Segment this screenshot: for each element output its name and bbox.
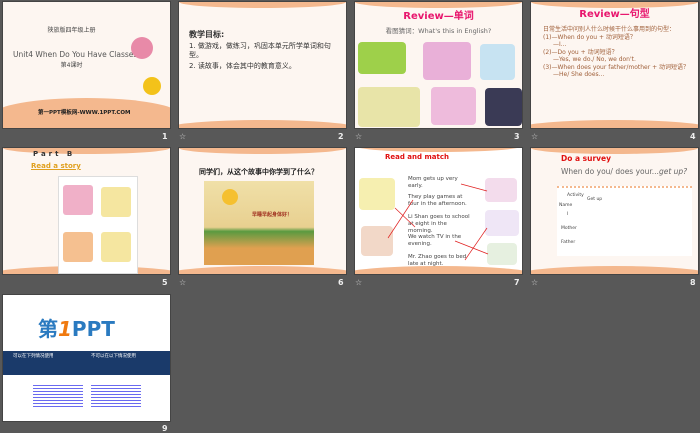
logo: 第1PPT <box>38 313 115 342</box>
usage-banner: 可以在下列情况使用 不可以在以下情况使用 <box>3 351 170 375</box>
logo-part: 第 <box>38 317 58 341</box>
slide-title: 同学们，从这个故事中你学到了什么？ <box>199 168 318 176</box>
animation-star-icon[interactable]: ☆ <box>179 278 186 287</box>
row-label: Father <box>561 240 576 245</box>
ice-cream-image <box>131 37 153 59</box>
heading: 教学目标: <box>189 30 225 39</box>
story-illustration: 早睡早起身体好！ <box>204 181 314 265</box>
slide-thumbnail-3[interactable]: Review—单词 看图猜词：What's this in English? <box>355 2 522 128</box>
line: (3)—When does your father/mother + 动词短语？ <box>543 63 690 71</box>
animation-star-icon[interactable]: ☆ <box>531 278 538 287</box>
slide-title: Read a story <box>31 162 81 170</box>
picture-bed <box>431 87 476 125</box>
animation-star-icon[interactable]: ☆ <box>355 132 362 141</box>
pattern-list: 日常生活中问别人什么时候干什么事用到的句型： (1)—When do you +… <box>543 26 692 79</box>
slide-thumbnail-2[interactable]: 教学目标: 1. 做游戏，做练习，巩固本单元所学单词和句型。 2. 读故事，体会… <box>179 2 346 128</box>
slide-thumbnail-6[interactable]: 同学们，从这个故事中你学到了什么？ 早睡早起身体好！ <box>179 148 346 274</box>
slide-number: 6 <box>338 278 344 287</box>
lesson: 第4课时 <box>60 62 83 69</box>
match-lines <box>387 183 489 261</box>
header-get-up: Get up <box>587 197 603 202</box>
slide-number: 7 <box>514 278 520 287</box>
row-label: I <box>567 212 569 217</box>
line: (1)—When do you + 动词短语？ <box>543 33 636 41</box>
slide-number: 9 <box>162 424 168 433</box>
survey-table: Activity Get up Name I Mother Father <box>557 186 692 256</box>
slide-thumbnail-7[interactable]: Read and match Mom gets up very early. T… <box>355 148 522 274</box>
slide-number: 1 <box>162 132 168 141</box>
slide-number: 4 <box>690 132 696 141</box>
goal-2: 2. 读故事，体会其中的教育意义。 <box>189 62 296 70</box>
line: —Yes, we do./ No, we don't. <box>553 56 636 63</box>
slide-title: Do a survey <box>561 154 612 163</box>
slide-thumbnail-9[interactable]: 第1PPT 可以在下列情况使用 不可以在以下情况使用 <box>3 295 170 421</box>
animation-star-icon[interactable]: ☆ <box>179 132 186 141</box>
question-emphasis: get up? <box>658 167 688 176</box>
story-comic-image <box>58 176 138 274</box>
lemon-image <box>143 77 161 95</box>
picture-classroom <box>485 88 522 126</box>
slide-number: 5 <box>162 278 168 287</box>
slide-thumbnail-8[interactable]: Do a survey When do you/ does your...get… <box>531 148 698 274</box>
links-right <box>91 383 141 407</box>
forbidden-heading: 不可以在以下情况使用 <box>91 354 136 359</box>
slide-number: 3 <box>514 132 520 141</box>
animation-star-icon[interactable]: ☆ <box>355 278 362 287</box>
footer-text: 第一PPT模板网-WWW.1PPT.COM <box>38 110 131 116</box>
line: —He/ She does... <box>553 71 605 78</box>
slide-title: Review—单词 <box>403 11 474 22</box>
line: —I... <box>553 41 567 48</box>
grade: 陕旅版四年级上册 <box>47 27 96 34</box>
header-activity: Activity <box>567 193 584 198</box>
illustration-caption: 早睡早起身体好！ <box>252 212 293 218</box>
picture-park <box>358 42 406 74</box>
picture-breakfast <box>480 44 515 80</box>
goal-1: 1. 做游戏，做练习，巩固本单元所学单词和句型。 <box>189 42 331 60</box>
animation-star-icon[interactable]: ☆ <box>531 132 538 141</box>
slide-thumbnail-1[interactable]: 陕旅版四年级上册 Unit4 When Do You Have Classes?… <box>3 2 170 128</box>
question-text: When do you/ does your... <box>561 167 659 176</box>
slide-title: Review—句型 <box>579 9 650 20</box>
picture-bedroom <box>423 42 471 80</box>
slide-thumbnail-4[interactable]: Review—句型 日常生活中问别人什么时候干什么事用到的句型： (1)—Whe… <box>531 2 698 128</box>
links-left <box>33 383 83 407</box>
line: (2)—Do you + 动词短语？ <box>543 48 618 56</box>
logo-part: PPT <box>71 317 115 341</box>
line: 日常生活中问别人什么时候干什么事用到的句型： <box>543 26 676 33</box>
row-label: Mother <box>561 226 577 231</box>
slide-thumbnail-5[interactable]: Part B Read a story <box>3 148 170 274</box>
survey-question: When do you/ does your...get up? <box>561 167 687 177</box>
picture-tv <box>358 87 420 127</box>
slide-number: 2 <box>338 132 344 141</box>
allowed-heading: 可以在下列情况使用 <box>13 354 54 359</box>
subtitle: 看图猜词：What's this in English? <box>385 27 492 35</box>
slide-number: 8 <box>690 278 696 287</box>
logo-part: 1 <box>58 317 72 341</box>
header-name: Name <box>559 203 573 208</box>
part-label: Part B <box>33 150 76 158</box>
